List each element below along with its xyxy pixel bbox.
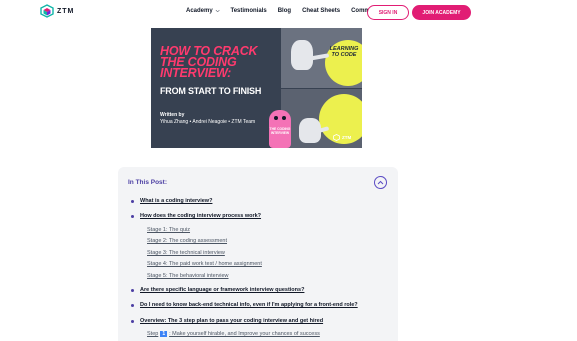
ztm-logo[interactable]: ZTM [40, 4, 74, 18]
step-number-badge: 1 [160, 331, 168, 337]
toc-sublink-stage-2[interactable]: Stage 2: The coding assessment [147, 238, 227, 244]
nav-cheat-sheets-label: Cheat Sheets [302, 8, 341, 14]
ztm-cube-icon [333, 134, 340, 141]
hero-authors: Yihua Zhang • Andrei Neagoie • ZTM Team [160, 119, 256, 125]
join-academy-button[interactable]: JOIN ACADEMY [412, 5, 471, 20]
toc-link-interview-process[interactable]: How does the coding interview process wo… [140, 213, 261, 219]
hero-ztm-badge: ZTM [333, 134, 351, 141]
toc-link-back-end-info[interactable]: Do I need to know back-end technical inf… [140, 302, 358, 308]
eye-icon [274, 116, 278, 120]
toc-collapse-button[interactable] [374, 176, 387, 189]
bullet-icon [131, 304, 134, 307]
eye-icon [282, 116, 286, 120]
nav-blog-label: Blog [277, 8, 292, 14]
table-of-contents: In This Post: What is a coding interview… [118, 167, 398, 341]
step-prefix: Step [147, 331, 159, 337]
nav-testimonials[interactable]: Testimonials [230, 8, 266, 14]
step-text: : Make yourself hirable, and Improve you… [169, 331, 320, 337]
toc-link-3-step-plan[interactable]: Overview: The 3 step plan to pass your c… [140, 318, 323, 324]
hero-title: HOW TO CRACK THE CODING INTERVIEW: [160, 44, 258, 80]
bullet-icon [131, 200, 134, 203]
bullet-icon [131, 320, 134, 323]
nav-academy-label: Academy [186, 8, 213, 14]
hero-banner-image: LEARNING TO CODE THE CODING INTERVIEW HO… [151, 28, 362, 148]
nav-blog[interactable]: Blog [278, 8, 291, 14]
bullet-icon [131, 215, 134, 218]
toc-sublink-stage-5[interactable]: Stage 5: The behavioral interview [147, 273, 229, 279]
nav-testimonials-label: Testimonials [230, 8, 267, 14]
toc-sublink-stage-1[interactable]: Stage 1: The quiz [147, 227, 190, 233]
toc-title: In This Post: [128, 179, 167, 186]
sign-in-button[interactable]: SIGN IN [367, 5, 409, 20]
nav-cheat-sheets[interactable]: Cheat Sheets [302, 8, 340, 14]
ztm-cube-icon [40, 4, 54, 18]
pink-monster-caption: THE CODING INTERVIEW [269, 127, 291, 135]
toc-sublink-stage-4[interactable]: Stage 4: The paid work test / home assig… [147, 261, 262, 267]
chevron-up-icon [377, 180, 384, 185]
toc-sublink-step-1[interactable]: Step 1: Make yourself hirable, and Improv… [147, 331, 320, 337]
toc-link-what-is-coding-interview[interactable]: What is a coding interview? [140, 198, 212, 204]
sun-caption: LEARNING TO CODE [329, 46, 359, 58]
toc-link-language-questions[interactable]: Are there specific language or framework… [140, 287, 304, 293]
bullet-icon [131, 289, 134, 292]
chevron-down-icon: ⌵ [215, 8, 220, 14]
logo-text: ZTM [57, 7, 75, 15]
site-header: ZTM Academy ⌵ Testimonials Blog Cheat Sh… [0, 0, 577, 26]
robot-figure [291, 40, 313, 70]
hero-subtitle: FROM START TO FINISH [160, 86, 262, 96]
hero-badge-text: ZTM [342, 135, 352, 140]
nav-academy[interactable]: Academy ⌵ [186, 8, 219, 14]
main-nav: Academy ⌵ Testimonials Blog Cheat Sheets… [186, 8, 395, 14]
hero-written-by: Written by [160, 112, 185, 118]
toc-sublink-stage-3[interactable]: Stage 3: The technical interview [147, 250, 225, 256]
